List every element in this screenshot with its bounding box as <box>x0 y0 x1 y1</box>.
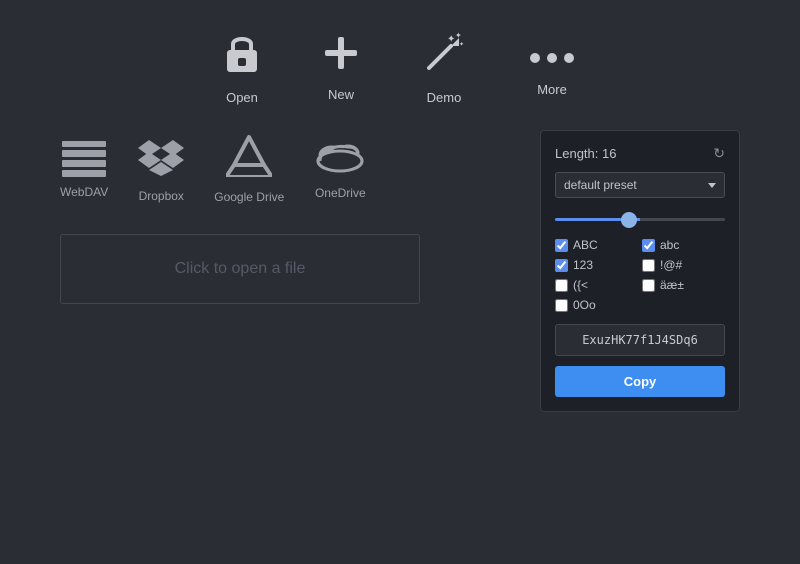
checkbox-abc-lower-input[interactable] <box>642 239 655 252</box>
checkbox-brackets[interactable]: ({< <box>555 278 638 292</box>
dropbox-label: Dropbox <box>139 189 184 203</box>
length-slider[interactable] <box>555 218 725 221</box>
slider-container <box>555 208 725 226</box>
checkbox-ambiguous[interactable]: 0Oo <box>555 298 638 312</box>
checkbox-ambiguous-label: 0Oo <box>573 298 596 312</box>
service-grid: WebDAV Dropbox <box>60 135 530 204</box>
wand-icon: ✦ ✦ ✦ <box>421 30 467 82</box>
checkbox-special-input[interactable] <box>642 259 655 272</box>
checkbox-ambiguous-input[interactable] <box>555 299 568 312</box>
more-icon <box>527 38 577 74</box>
checkbox-abc-upper-input[interactable] <box>555 239 568 252</box>
copy-button[interactable]: Copy <box>555 366 725 397</box>
demo-label: Demo <box>427 90 462 105</box>
checkbox-brackets-input[interactable] <box>555 279 568 292</box>
service-onedrive[interactable]: OneDrive <box>314 139 366 200</box>
toolbar-new[interactable]: New <box>321 33 361 102</box>
new-label: New <box>328 87 354 102</box>
webdav-icon <box>62 141 106 177</box>
checkbox-special[interactable]: !@# <box>642 258 725 272</box>
onedrive-icon <box>314 139 366 178</box>
checkbox-abc-lower[interactable]: abc <box>642 238 725 252</box>
webdav-label: WebDAV <box>60 185 108 199</box>
google-drive-label: Google Drive <box>214 190 284 204</box>
checkbox-umlaut-label: äæ± <box>660 278 684 292</box>
checkbox-umlaut-input[interactable] <box>642 279 655 292</box>
checkbox-numbers[interactable]: 123 <box>555 258 638 272</box>
toolbar-open[interactable]: Open <box>223 30 261 105</box>
svg-text:✦: ✦ <box>455 31 462 40</box>
service-webdav[interactable]: WebDAV <box>60 141 108 199</box>
open-label: Open <box>226 90 258 105</box>
left-panel: WebDAV Dropbox <box>60 135 530 412</box>
onedrive-label: OneDrive <box>315 186 366 200</box>
toolbar-more[interactable]: More <box>527 38 577 97</box>
refresh-icon[interactable]: ↻ <box>713 145 725 162</box>
checkbox-abc-upper-label: ABC <box>573 238 598 252</box>
checkbox-brackets-label: ({< <box>573 278 588 292</box>
checkbox-numbers-label: 123 <box>573 258 593 272</box>
file-open-text: Click to open a file <box>175 260 306 278</box>
more-label: More <box>537 82 567 97</box>
google-drive-icon <box>226 135 272 182</box>
password-generator-panel: Length: 16 ↻ default preset letters only… <box>540 130 740 412</box>
checkbox-numbers-input[interactable] <box>555 259 568 272</box>
preset-select[interactable]: default preset letters only numbers only… <box>555 172 725 198</box>
plus-icon <box>321 33 361 79</box>
checkbox-special-label: !@# <box>660 258 682 272</box>
toolbar: Open New ✦ ✦ ✦ Demo <box>0 0 800 125</box>
checkbox-grid: ABC abc 123 !@# ({< äæ± <box>555 238 725 312</box>
main-content: WebDAV Dropbox <box>0 125 800 412</box>
dropbox-icon <box>138 136 184 181</box>
svg-text:✦: ✦ <box>459 41 464 48</box>
toolbar-demo[interactable]: ✦ ✦ ✦ Demo <box>421 30 467 105</box>
service-dropbox[interactable]: Dropbox <box>138 136 184 203</box>
checkbox-umlaut[interactable]: äæ± <box>642 278 725 292</box>
generated-password: ExuzHK77f1J4SDq6 <box>555 324 725 356</box>
service-google-drive[interactable]: Google Drive <box>214 135 284 204</box>
length-label: Length: 16 <box>555 146 616 161</box>
length-row: Length: 16 ↻ <box>555 145 725 162</box>
checkbox-abc-upper[interactable]: ABC <box>555 238 638 252</box>
lock-icon <box>223 30 261 82</box>
checkbox-abc-lower-label: abc <box>660 238 679 252</box>
file-open-area[interactable]: Click to open a file <box>60 234 420 304</box>
